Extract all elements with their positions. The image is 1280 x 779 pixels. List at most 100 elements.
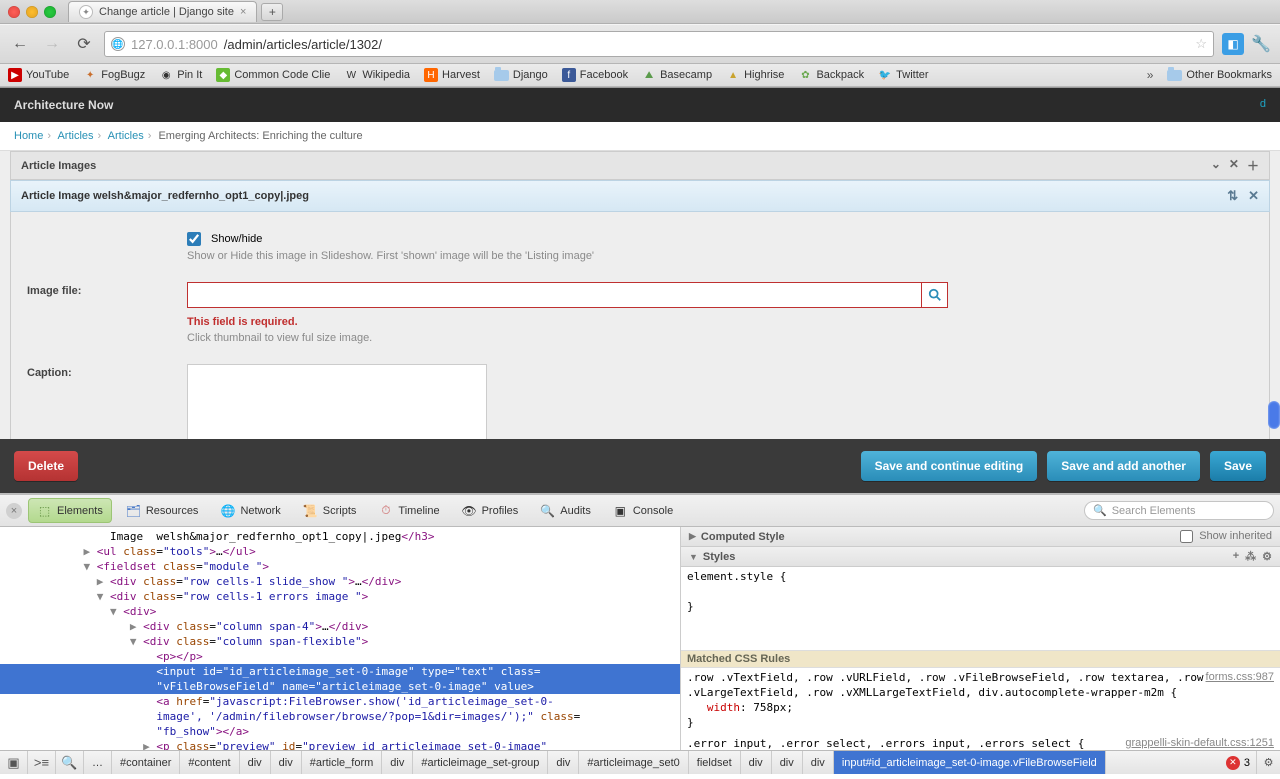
devtools-close-icon[interactable]: ×: [6, 503, 22, 519]
error-message: This field is required.: [187, 316, 1253, 328]
crumb[interactable]: div: [803, 751, 834, 774]
tab-resources[interactable]: 🗂Resources: [118, 499, 207, 522]
source-link[interactable]: grappelli-skin-default.css:1251: [1125, 736, 1274, 751]
nav-toolbar: ← → ⟳ 🌐 127.0.0.1:8000/admin/articles/ar…: [0, 24, 1280, 64]
tab-network[interactable]: 🌐Network: [212, 499, 288, 522]
toggle-state-icon[interactable]: ⁂: [1245, 550, 1256, 563]
console-toggle-icon[interactable]: >≡: [28, 751, 56, 774]
bookmarks-overflow-icon[interactable]: »: [1147, 68, 1154, 82]
file-browse-button[interactable]: [922, 282, 948, 308]
bookmark-star-icon[interactable]: ☆: [1195, 36, 1207, 52]
scrollbar-thumb[interactable]: [1268, 401, 1280, 429]
back-button[interactable]: ←: [8, 32, 32, 56]
dock-icon[interactable]: ▣: [0, 751, 28, 774]
add-icon[interactable]: ＋: [1247, 157, 1259, 174]
user-indicator[interactable]: d: [1260, 98, 1266, 112]
crumb-selected[interactable]: input#id_articleimage_set-0-image.vFileB…: [834, 751, 1106, 774]
devtools-search[interactable]: 🔍 Search Elements: [1084, 501, 1274, 520]
minimize-window-icon[interactable]: [26, 6, 38, 18]
delete-button[interactable]: Delete: [14, 451, 78, 481]
crumb[interactable]: #article_form: [302, 751, 383, 774]
tab-profiles[interactable]: 👁Profiles: [454, 499, 527, 522]
tab-elements[interactable]: ⬚Elements: [28, 498, 112, 523]
twitter-icon: 🐦: [878, 68, 892, 82]
image-file-input[interactable]: [187, 282, 922, 308]
save-button[interactable]: Save: [1210, 451, 1266, 481]
wrench-icon[interactable]: 🔧: [1250, 33, 1272, 55]
crumb-ellipsis[interactable]: …: [84, 751, 112, 774]
crumb-home[interactable]: Home: [14, 130, 43, 142]
crumb[interactable]: #content: [180, 751, 239, 774]
bookmark-pinit[interactable]: ◉Pin It: [159, 68, 202, 82]
crumb[interactable]: div: [548, 751, 579, 774]
other-bookmarks[interactable]: Other Bookmarks: [1167, 69, 1272, 81]
add-style-icon[interactable]: +: [1233, 550, 1239, 563]
crumb-articles[interactable]: Articles: [57, 130, 93, 142]
devtools: × ⬚Elements 🗂Resources 🌐Network 📜Scripts…: [0, 493, 1280, 774]
wikipedia-icon: W: [344, 68, 358, 82]
bookmark-harvest[interactable]: HHarvest: [424, 68, 480, 82]
tab-console[interactable]: ▣Console: [605, 499, 681, 522]
forward-button[interactable]: →: [40, 32, 64, 56]
highrise-icon: ▲: [726, 68, 740, 82]
timeline-icon: ⏱: [378, 503, 393, 518]
audits-icon: 🔍: [540, 503, 555, 518]
bookmark-backpack[interactable]: ✿Backpack: [798, 68, 864, 82]
crumb[interactable]: #articleimage_set0: [579, 751, 688, 774]
bookmark-youtube[interactable]: ▶YouTube: [8, 68, 69, 82]
gear-icon[interactable]: ⚙: [1262, 550, 1272, 563]
crumb[interactable]: fieldset: [689, 751, 741, 774]
new-tab-button[interactable]: +: [261, 3, 283, 21]
collapse-icon[interactable]: ⌄: [1211, 157, 1221, 174]
thumbnail-help: Click thumbnail to view ful size image.: [187, 332, 1253, 344]
inspect-icon[interactable]: 🔍: [56, 751, 84, 774]
crumb[interactable]: div: [240, 751, 271, 774]
harvest-icon: H: [424, 68, 438, 82]
address-bar[interactable]: 🌐 127.0.0.1:8000/admin/articles/article/…: [104, 31, 1214, 57]
styles-header[interactable]: ▼Styles+⁂⚙: [681, 547, 1280, 567]
crumb[interactable]: div: [271, 751, 302, 774]
tab-timeline[interactable]: ⏱Timeline: [370, 499, 447, 522]
crumb[interactable]: div: [741, 751, 772, 774]
section-header: Article Images ⌄ ✕ ＋: [10, 151, 1270, 180]
traffic-lights[interactable]: [8, 6, 56, 18]
remove-icon[interactable]: ✕: [1248, 188, 1259, 204]
crumb[interactable]: #articleimage_set-group: [413, 751, 548, 774]
search-icon: 🔍: [1093, 504, 1107, 517]
bookmark-highrise[interactable]: ▲Highrise: [726, 68, 784, 82]
sort-icon[interactable]: ⇅: [1227, 188, 1238, 204]
reload-button[interactable]: ⟳: [72, 32, 96, 56]
url-host: 127.0.0.1:8000: [131, 37, 218, 52]
crumb[interactable]: div: [772, 751, 803, 774]
close-tab-icon[interactable]: ×: [240, 6, 246, 18]
error-badge[interactable]: ✕3: [1220, 756, 1256, 770]
save-add-button[interactable]: Save and add another: [1047, 451, 1200, 481]
crumb[interactable]: div: [382, 751, 413, 774]
zoom-window-icon[interactable]: [44, 6, 56, 18]
source-link[interactable]: forms.css:987: [1206, 670, 1274, 685]
computed-style-header[interactable]: ▶Computed Style Show inherited: [681, 527, 1280, 547]
bookmark-commoncode[interactable]: ◆Common Code Clie: [216, 68, 330, 82]
tab-scripts[interactable]: 📜Scripts: [295, 499, 365, 522]
close-window-icon[interactable]: [8, 6, 20, 18]
browser-tab[interactable]: ✦ Change article | Django site ×: [68, 1, 257, 22]
bookmark-facebook[interactable]: fFacebook: [562, 68, 628, 82]
extension-icon[interactable]: ◧: [1222, 33, 1244, 55]
tab-audits[interactable]: 🔍Audits: [532, 499, 599, 522]
save-continue-button[interactable]: Save and continue editing: [861, 451, 1038, 481]
show-inherited-checkbox[interactable]: [1180, 530, 1193, 543]
bookmark-wikipedia[interactable]: WWikipedia: [344, 68, 410, 82]
settings-icon[interactable]: ⚙: [1256, 751, 1280, 774]
bookmark-django[interactable]: Django: [494, 69, 548, 81]
bookmark-twitter[interactable]: 🐦Twitter: [878, 68, 928, 82]
bookmark-fogbugz[interactable]: ✦FogBugz: [83, 68, 145, 82]
caption-textarea[interactable]: [187, 364, 487, 439]
bookmark-basecamp[interactable]: ⛰Basecamp: [642, 68, 712, 82]
url-path: /admin/articles/article/1302/: [224, 37, 382, 52]
close-icon[interactable]: ✕: [1229, 157, 1239, 174]
showhide-checkbox[interactable]: [187, 232, 201, 246]
crumb[interactable]: #container: [112, 751, 180, 774]
crumb-articles-list[interactable]: Articles: [108, 130, 144, 142]
elements-panel[interactable]: Image welsh&major_redfernho_opt1_copy|.j…: [0, 527, 680, 750]
crumb-current: Emerging Architects: Enriching the cultu…: [158, 130, 362, 142]
